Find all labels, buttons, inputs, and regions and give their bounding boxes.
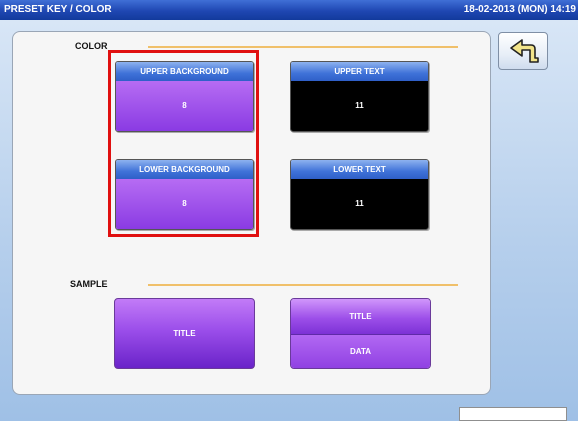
return-arrow-icon <box>510 39 539 63</box>
sample-section-label: SAMPLE <box>70 279 108 289</box>
sample-double-title: TITLE <box>291 299 430 334</box>
upper-text-key[interactable]: UPPER TEXT 11 <box>290 61 429 132</box>
color-section-divider <box>148 46 458 48</box>
upper-text-value: 11 <box>291 81 428 131</box>
sample-double-key: TITLE DATA <box>290 298 431 369</box>
sample-section-divider <box>148 284 458 286</box>
sample-single-title: TITLE <box>173 329 196 338</box>
back-button[interactable] <box>498 32 548 70</box>
upper-text-label: UPPER TEXT <box>291 62 428 81</box>
date-time: 18-02-2013 (MON) 14:19 <box>463 4 576 15</box>
color-section-label: COLOR <box>75 41 108 51</box>
status-field <box>459 407 567 421</box>
selection-highlight <box>108 50 259 237</box>
lower-text-label: LOWER TEXT <box>291 160 428 179</box>
sample-double-data: DATA <box>291 334 430 368</box>
lower-text-value: 11 <box>291 179 428 229</box>
lower-text-key[interactable]: LOWER TEXT 11 <box>290 159 429 230</box>
sample-single-key: TITLE <box>114 298 255 369</box>
title-bar: PRESET KEY / COLOR 18-02-2013 (MON) 14:1… <box>0 0 578 20</box>
screen-title: PRESET KEY / COLOR <box>4 4 112 15</box>
